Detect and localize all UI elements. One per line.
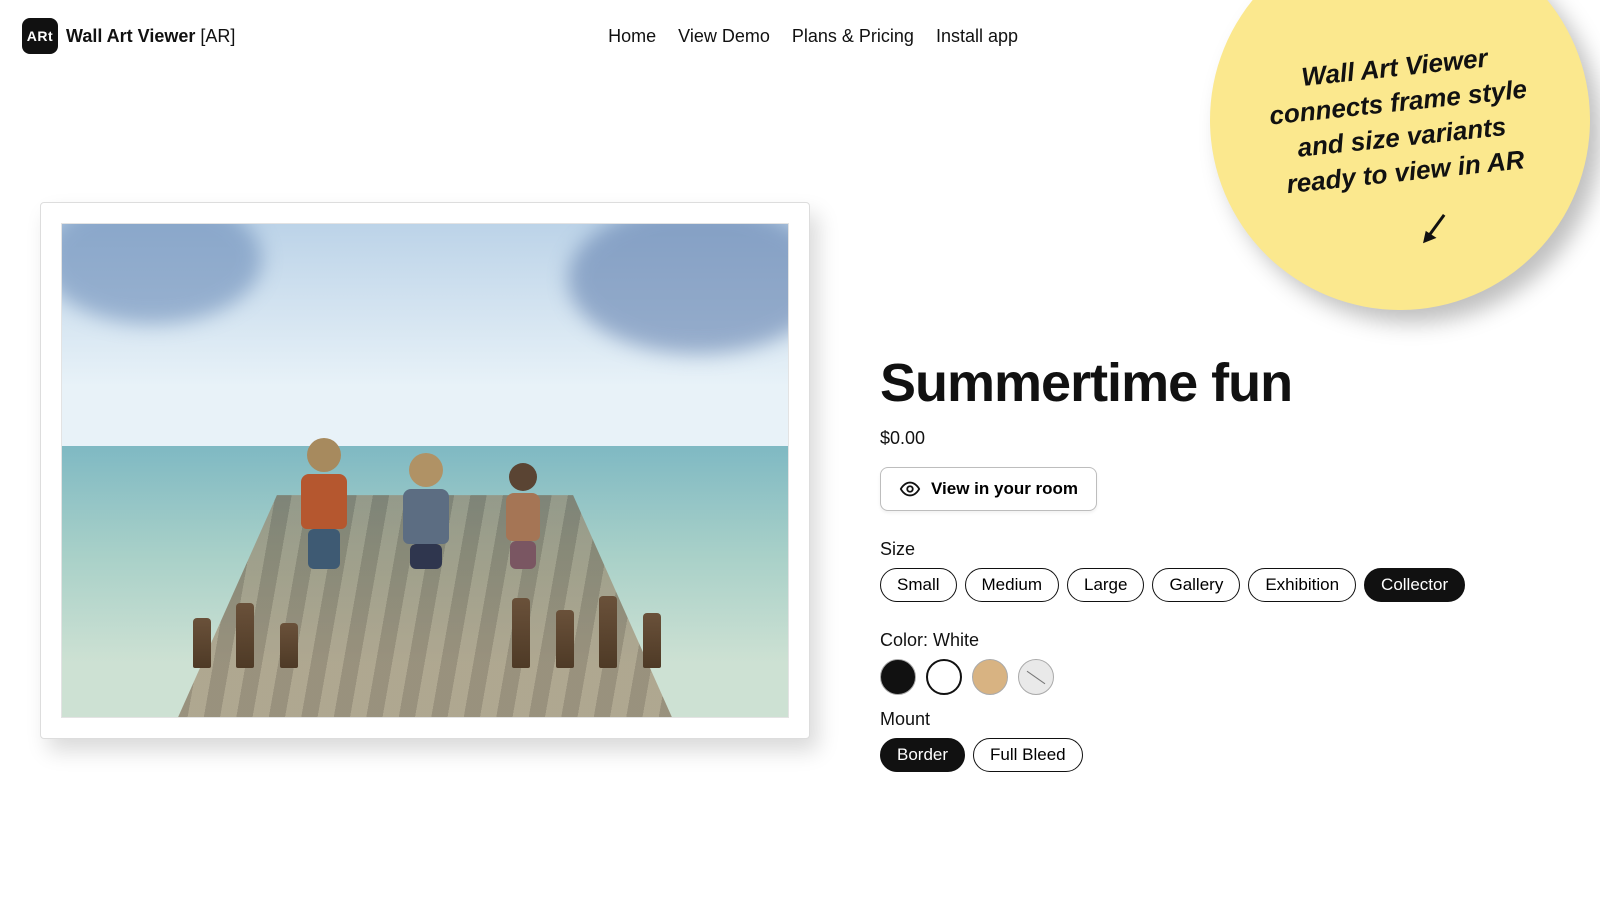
product-price: $0.00 [880, 428, 1440, 449]
mount-options: Border Full Bleed [880, 738, 1440, 772]
size-label: Size [880, 539, 1440, 560]
size-small[interactable]: Small [880, 568, 957, 602]
color-swatch-silver[interactable] [1018, 659, 1054, 695]
view-in-room-label: View in your room [931, 479, 1078, 499]
product-title: Summertime fun [880, 352, 1440, 414]
color-swatch-white[interactable] [926, 659, 962, 695]
view-in-room-button[interactable]: View in your room [880, 467, 1097, 511]
mount-label: Mount [880, 709, 1440, 730]
top-nav: Home View Demo Plans & Pricing Install a… [608, 26, 1018, 47]
color-label: Color: White [880, 630, 1440, 651]
color-swatch-oak[interactable] [972, 659, 1008, 695]
size-gallery[interactable]: Gallery [1152, 568, 1240, 602]
nav-home[interactable]: Home [608, 26, 656, 47]
artwork-illustration [61, 223, 789, 718]
nav-demo[interactable]: View Demo [678, 26, 770, 47]
size-large[interactable]: Large [1067, 568, 1144, 602]
mount-border[interactable]: Border [880, 738, 965, 772]
frame-outer [40, 202, 810, 739]
nav-plans[interactable]: Plans & Pricing [792, 26, 914, 47]
product-image [40, 202, 810, 772]
color-swatch-black[interactable] [880, 659, 916, 695]
mount-full-bleed[interactable]: Full Bleed [973, 738, 1083, 772]
promo-bubble-text: Wall Art Viewer connects frame style and… [1253, 36, 1546, 205]
size-collector[interactable]: Collector [1364, 568, 1465, 602]
nav-install[interactable]: Install app [936, 26, 1018, 47]
size-exhibition[interactable]: Exhibition [1248, 568, 1356, 602]
brand-name: Wall Art Viewer [AR] [66, 26, 235, 47]
eye-icon [899, 478, 921, 500]
color-swatches [880, 659, 1440, 695]
size-options: Small Medium Large Gallery Exhibition Co… [880, 568, 1440, 602]
logo-icon: ARt [22, 18, 58, 54]
brand-name-suffix: [AR] [200, 26, 235, 46]
arrow-icon [1416, 210, 1454, 252]
size-medium[interactable]: Medium [965, 568, 1059, 602]
brand-name-main: Wall Art Viewer [66, 26, 195, 46]
